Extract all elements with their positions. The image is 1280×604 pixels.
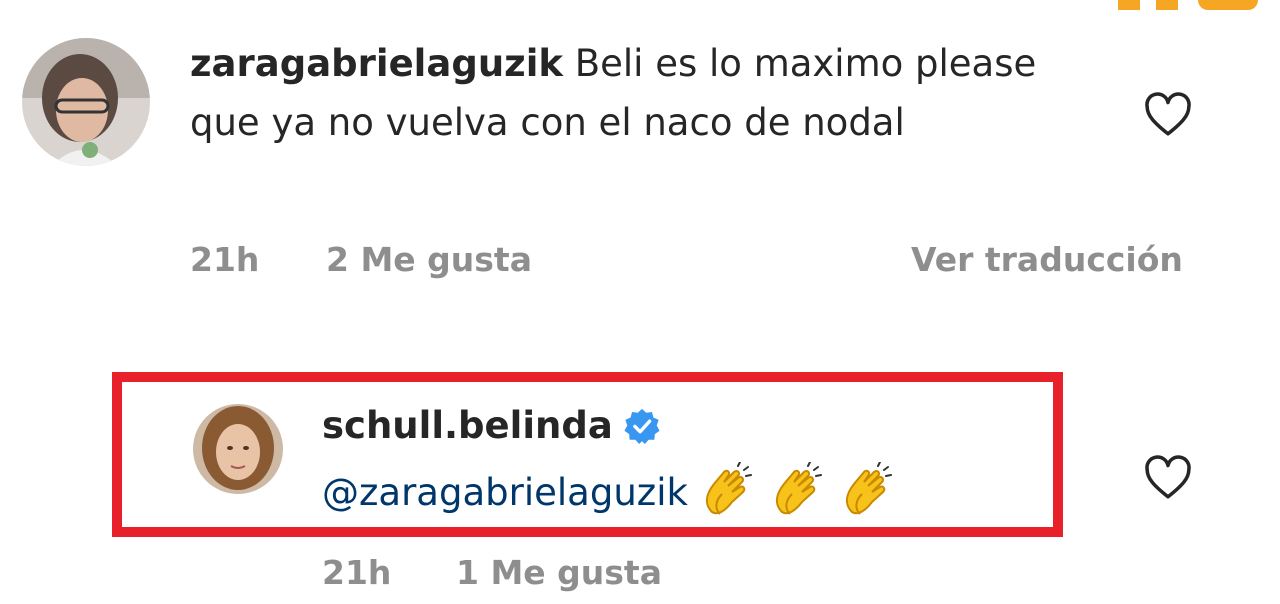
comment-author: schull.belinda xyxy=(322,404,661,447)
comment-timestamp: 21h xyxy=(190,240,260,279)
comments-view: zaragabrielaguzik Beli es lo maximo plea… xyxy=(0,0,1280,604)
verified-badge-icon xyxy=(623,407,661,445)
comment-username[interactable]: schull.belinda xyxy=(322,404,613,447)
avatar[interactable] xyxy=(193,404,283,494)
heart-outline-icon[interactable] xyxy=(1143,454,1193,500)
comment-likes-count[interactable]: 1 Me gusta xyxy=(456,553,662,592)
comment-body: @zaragabrielaguzik xyxy=(322,462,898,522)
avatar[interactable] xyxy=(22,38,150,166)
mention-link[interactable]: @zaragabrielaguzik xyxy=(322,471,688,514)
comment-likes-count[interactable]: 2 Me gusta xyxy=(326,240,532,279)
heart-outline-icon[interactable] xyxy=(1143,91,1193,137)
clapping-hands-emoji xyxy=(698,462,758,522)
comment-timestamp: 21h xyxy=(322,553,392,592)
see-translation-link[interactable]: Ver traducción xyxy=(911,240,1183,279)
comment-text-block: zaragabrielaguzik Beli es lo maximo plea… xyxy=(190,34,1090,152)
clapping-hands-emoji xyxy=(768,462,828,522)
clapping-hands-emoji xyxy=(838,462,898,522)
comment-username[interactable]: zaragabrielaguzik xyxy=(190,42,563,85)
cropped-overlay-mark xyxy=(1118,0,1258,10)
